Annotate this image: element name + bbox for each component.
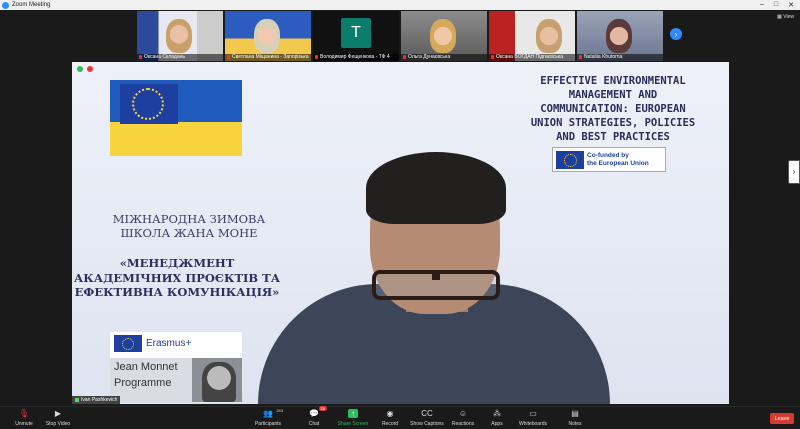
reactions-icon: ☺ <box>458 409 468 418</box>
participants-label: Participants <box>254 421 282 427</box>
erasmus-label: Erasmus+ <box>146 337 192 349</box>
participant-name: Ольга Дунаєвська <box>408 54 451 60</box>
presenter-video <box>258 152 610 404</box>
chat-badge: 28 <box>318 406 327 411</box>
participant-tile[interactable]: Светлана Міщанина - Запорізька <box>225 11 311 61</box>
view-label: View <box>783 14 794 20</box>
participant-name: Оксана Складань <box>144 54 185 60</box>
mic-muted-icon <box>227 54 230 59</box>
share-indicators <box>77 66 93 72</box>
title-line: EFFECTIVE ENVIRONMENTAL <box>540 75 686 87</box>
participant-tile[interactable]: Оксана Складань <box>137 11 223 61</box>
next-page-button[interactable]: › <box>670 28 682 40</box>
window-controls: – □ ✕ <box>760 1 800 9</box>
mic-muted-icon <box>139 54 142 59</box>
show-captions-label: Show Captions <box>410 421 444 427</box>
record-icon: ◉ <box>386 409 394 418</box>
mic-muted-icon <box>315 54 318 59</box>
participant-video <box>536 19 563 53</box>
side-panel-handle[interactable]: › <box>788 160 800 184</box>
apps-icon: ⁂ <box>493 409 501 418</box>
chat-icon: 💬 28 <box>309 406 327 418</box>
participant-video <box>606 19 633 53</box>
minimize-button[interactable]: – <box>760 1 764 9</box>
mic-muted-icon <box>579 54 582 59</box>
participant-avatar: T <box>341 18 371 48</box>
whiteboards-label: Whiteboards <box>518 421 548 427</box>
participants-count: 243 <box>276 408 283 413</box>
title-line: MANAGEMENT AND <box>568 89 658 101</box>
notes-button[interactable]: ▤ Notes <box>553 409 597 427</box>
participant-video <box>430 19 457 53</box>
unmute-label: Unmute <box>15 421 33 427</box>
chevron-right-icon: › <box>792 167 796 176</box>
shared-screen: EFFECTIVE ENVIRONMENTAL MANAGEMENT AND C… <box>72 62 729 404</box>
signal-icon <box>75 398 79 402</box>
project-title: «МЕНЕДЖМЕНТ АКАДЕМІЧНИХ ПРОЄКТІВ ТА ЕФЕК… <box>72 256 282 300</box>
notes-icon: ▤ <box>571 409 579 418</box>
slide-title-en: EFFECTIVE ENVIRONMENTAL MANAGEMENT AND C… <box>508 74 718 144</box>
participant-tile[interactable]: Nataliia Khutorna <box>577 11 663 61</box>
window-title: Zoom Meeting <box>12 2 51 8</box>
close-button[interactable]: ✕ <box>788 1 794 9</box>
participant-video <box>254 19 281 53</box>
presenter-glasses <box>372 270 500 300</box>
stop-video-label: Stop Video <box>45 421 71 427</box>
meeting-stage: Оксана Складань Светлана Міщанина - Запо… <box>0 10 800 406</box>
title-bar: Zoom Meeting – □ ✕ <box>0 0 800 10</box>
jean-monnet-line: Jean Monnet <box>114 361 178 373</box>
jean-monnet-line: Programme <box>114 377 172 389</box>
project-line: ЕФЕКТИВНА КОМУНІКАЦІЯ» <box>74 285 280 299</box>
erasmus-jean-monnet-logo: Erasmus+ Jean Monnet Programme <box>110 332 242 402</box>
eu-ukraine-flags-image <box>110 80 242 156</box>
zoom-logo-icon <box>2 1 9 9</box>
whiteboards-button[interactable]: ▭ Whiteboards <box>511 409 555 427</box>
eu-flag-icon <box>114 334 142 352</box>
participant-name: Оксана БОГДАН Підгаєвська <box>496 54 564 60</box>
record-label: Record <box>381 421 399 427</box>
notes-label: Notes <box>568 421 582 427</box>
chat-label: Chat <box>308 421 320 427</box>
eu-stars-icon <box>132 88 164 120</box>
maximize-button[interactable]: □ <box>774 1 778 9</box>
whiteboard-icon: ▭ <box>529 409 537 418</box>
presenter-name: Ivan Pashkevich <box>81 397 118 403</box>
share-screen-label: Share Screen <box>337 421 369 427</box>
leave-button[interactable]: Leave <box>770 413 794 424</box>
title-line: COMMUNICATION: EUROPEAN <box>540 103 686 115</box>
participants-button[interactable]: 👥 243 Participants <box>246 408 290 427</box>
jean-monnet-portrait <box>202 362 236 402</box>
microphone-muted-icon: 🎙 <box>18 409 30 418</box>
reactions-label: Reactions <box>451 421 475 427</box>
stop-video-button[interactable]: ▶ Stop Video <box>36 409 80 427</box>
stop-share-icon[interactable] <box>87 66 93 72</box>
project-line: «МЕНЕДЖМЕНТ <box>119 256 235 270</box>
share-screen-icon: ↑ <box>348 409 358 418</box>
project-line: АКАДЕМІЧНИХ ПРОЄКТІВ ТА <box>73 270 281 285</box>
presenter-name-tag: Ivan Pashkevich <box>72 396 121 404</box>
captions-icon: CC <box>421 409 433 418</box>
apps-label: Apps <box>491 421 503 427</box>
title-line: UNION STRATEGIES, POLICIES <box>530 117 696 129</box>
participants-icon: 👥 243 <box>263 408 283 418</box>
participant-video <box>166 19 193 53</box>
mic-muted-icon <box>491 54 494 59</box>
participant-name: Nataliia Khutorna <box>584 54 623 60</box>
participant-name: Володимир Фещенкова - ТФ 4 <box>320 54 390 60</box>
meeting-toolbar: 🎙 Unmute ▶ Stop Video 👥 243 Participants 💬 28… <box>0 406 800 429</box>
chevron-right-icon: › <box>674 29 678 39</box>
participant-tile[interactable]: T Володимир Фещенкова - ТФ 4 <box>313 11 399 61</box>
chat-button[interactable]: 💬 28 Chat <box>292 406 336 427</box>
view-button[interactable]: ▦ View <box>777 14 794 20</box>
video-camera-icon: ▶ <box>54 409 62 418</box>
participant-name: Светлана Міщанина - Запорізька <box>232 54 309 60</box>
title-line: AND BEST PRACTICES <box>556 131 670 143</box>
participant-strip: Оксана Складань Светлана Міщанина - Запо… <box>137 11 663 61</box>
share-status-icon <box>77 66 83 72</box>
participant-tile[interactable]: Ольга Дунаєвська <box>401 11 487 61</box>
jean-monnet-banner: Jean Monnet Programme <box>110 358 242 402</box>
participant-tile[interactable]: Оксана БОГДАН Підгаєвська <box>489 11 575 61</box>
mic-muted-icon <box>403 54 406 59</box>
presenter-hair <box>366 152 506 224</box>
